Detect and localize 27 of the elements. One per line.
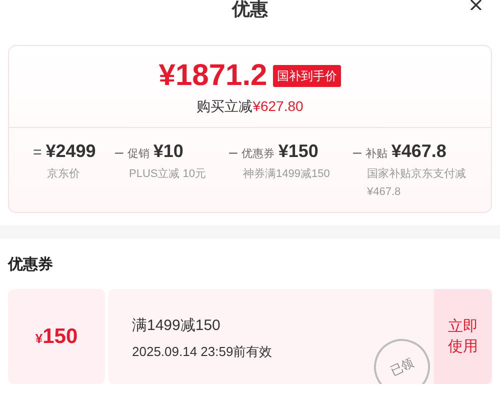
breakdown-note: 京东价 [46,166,81,182]
coupon-expiry: 2025.09.14 23:59前有效 [132,342,274,360]
price-tag: 国补到手价 [273,65,342,87]
coupon-currency: ¥ [35,330,43,348]
coupon-condition: 满1499减150 [132,316,222,336]
use-now-button[interactable]: 立即使用 [434,289,492,384]
close-icon[interactable] [468,0,484,10]
section-title: 优惠券 [8,256,53,273]
coupon-value: 150 [42,324,78,350]
saving-amount: ¥627.80 [252,97,304,116]
operator-sign: – [115,143,124,163]
saving-label: 购买立减 [196,97,253,116]
operator-sign: – [229,143,238,163]
breakdown-note: 国家补贴京东支付减¥467.8 [366,166,467,200]
breakdown-label: 优惠券 [241,146,274,162]
breakdown-amount: ¥467.8 [391,140,446,163]
operator-sign: = [33,143,42,163]
final-price: ¥1871.2 [158,58,268,94]
breakdown-label: 补贴 [365,146,388,162]
breakdown-amount: ¥2499 [46,140,96,163]
breakdown-amount: ¥150 [278,140,318,163]
breakdown-note: 神券满1499减150 [242,167,331,182]
breakdown-label: 促销 [127,147,150,162]
breakdown-note: PLUS立减 10元 [128,166,208,182]
dialog-title: 优惠 [232,0,268,21]
breakdown-amount: ¥10 [153,140,184,163]
operator-sign: – [353,143,362,163]
